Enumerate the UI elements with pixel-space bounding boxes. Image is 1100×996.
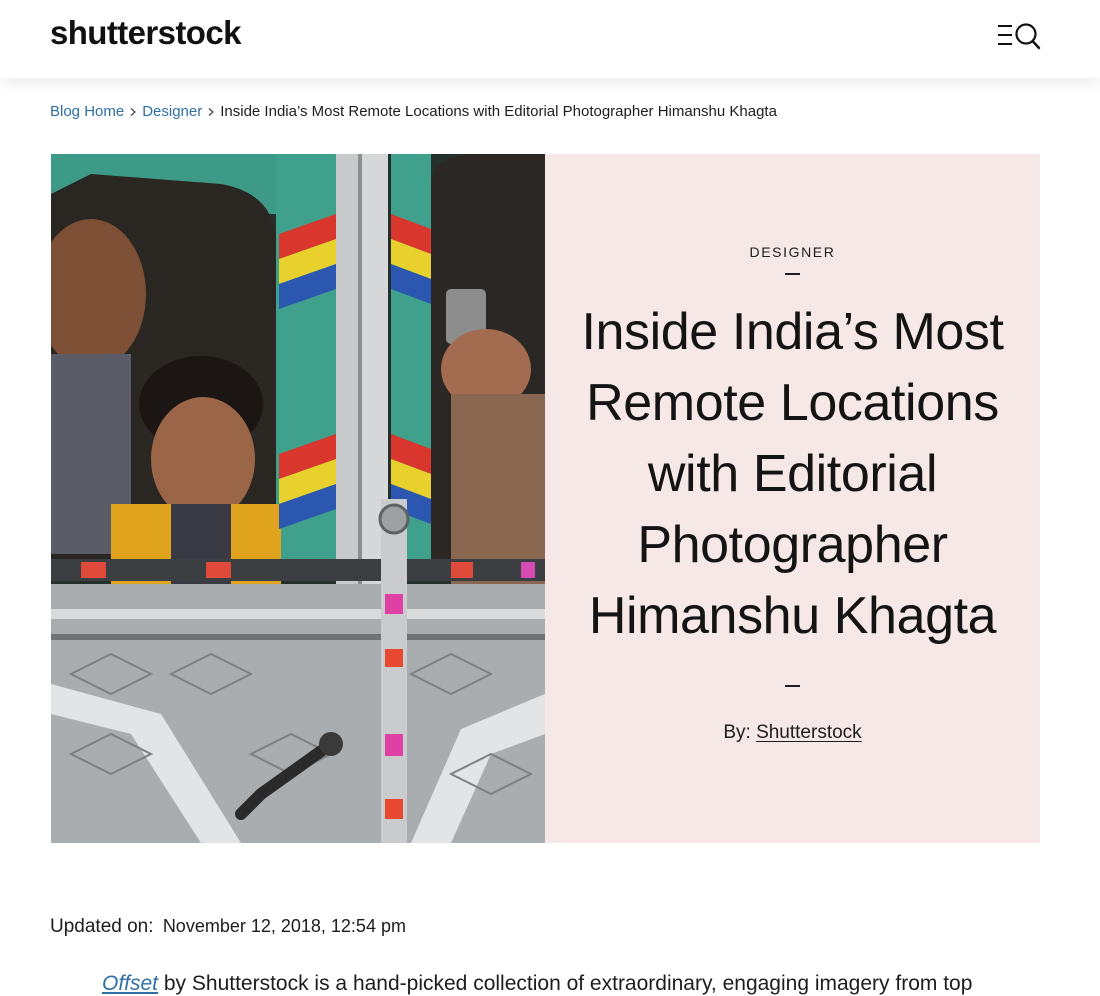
- chevron-right-icon: [208, 107, 215, 116]
- updated-date: Updated on: November 12, 2018, 12:54 pm: [50, 916, 406, 938]
- hero-photo: [51, 154, 545, 843]
- article-title-line: Himanshu Khagta: [588, 587, 997, 645]
- category-divider: [785, 273, 800, 275]
- site-header: shutterstock: [0, 0, 1100, 78]
- breadcrumb-link-designer[interactable]: Designer: [142, 103, 202, 120]
- shutterstock-logo[interactable]: shutterstock: [50, 14, 241, 52]
- breadcrumb: Blog Home Designer Inside India’s Most R…: [50, 103, 777, 120]
- updated-value: November 12, 2018, 12:54 pm: [162, 916, 406, 936]
- article-title: Inside India’s Most Remote Locations wit…: [575, 297, 1010, 652]
- title-divider: [785, 685, 800, 687]
- article-byline: By: Shutterstock: [545, 722, 1040, 744]
- article-title-line: Inside India’s Most: [581, 303, 1004, 361]
- menu-search-button[interactable]: [998, 22, 1042, 52]
- byline-prefix: By:: [723, 722, 751, 743]
- article-hero: DESIGNER Inside India’s Most Remote Loca…: [51, 154, 1040, 843]
- hero-text-panel: DESIGNER Inside India’s Most Remote Loca…: [545, 154, 1040, 843]
- offset-link[interactable]: Offset: [102, 972, 158, 995]
- article-intro: Offset by Shutterstock is a hand-picked …: [102, 972, 972, 996]
- article-title-line: Remote Locations: [586, 374, 999, 432]
- breadcrumb-current: Inside India’s Most Remote Locations wit…: [220, 103, 777, 120]
- article-title-line: Photographer: [637, 516, 948, 574]
- intro-text: by Shutterstock is a hand-picked collect…: [158, 972, 973, 995]
- menu-search-icon: [998, 23, 1041, 50]
- chevron-right-icon: [130, 107, 137, 116]
- updated-label: Updated on:: [50, 916, 154, 937]
- hero-photo-illustration: [51, 154, 545, 843]
- article-title-line: with Editorial: [647, 445, 938, 503]
- article-category[interactable]: DESIGNER: [545, 244, 1040, 260]
- author-link[interactable]: Shutterstock: [756, 722, 862, 743]
- breadcrumb-link-blog-home[interactable]: Blog Home: [50, 103, 124, 120]
